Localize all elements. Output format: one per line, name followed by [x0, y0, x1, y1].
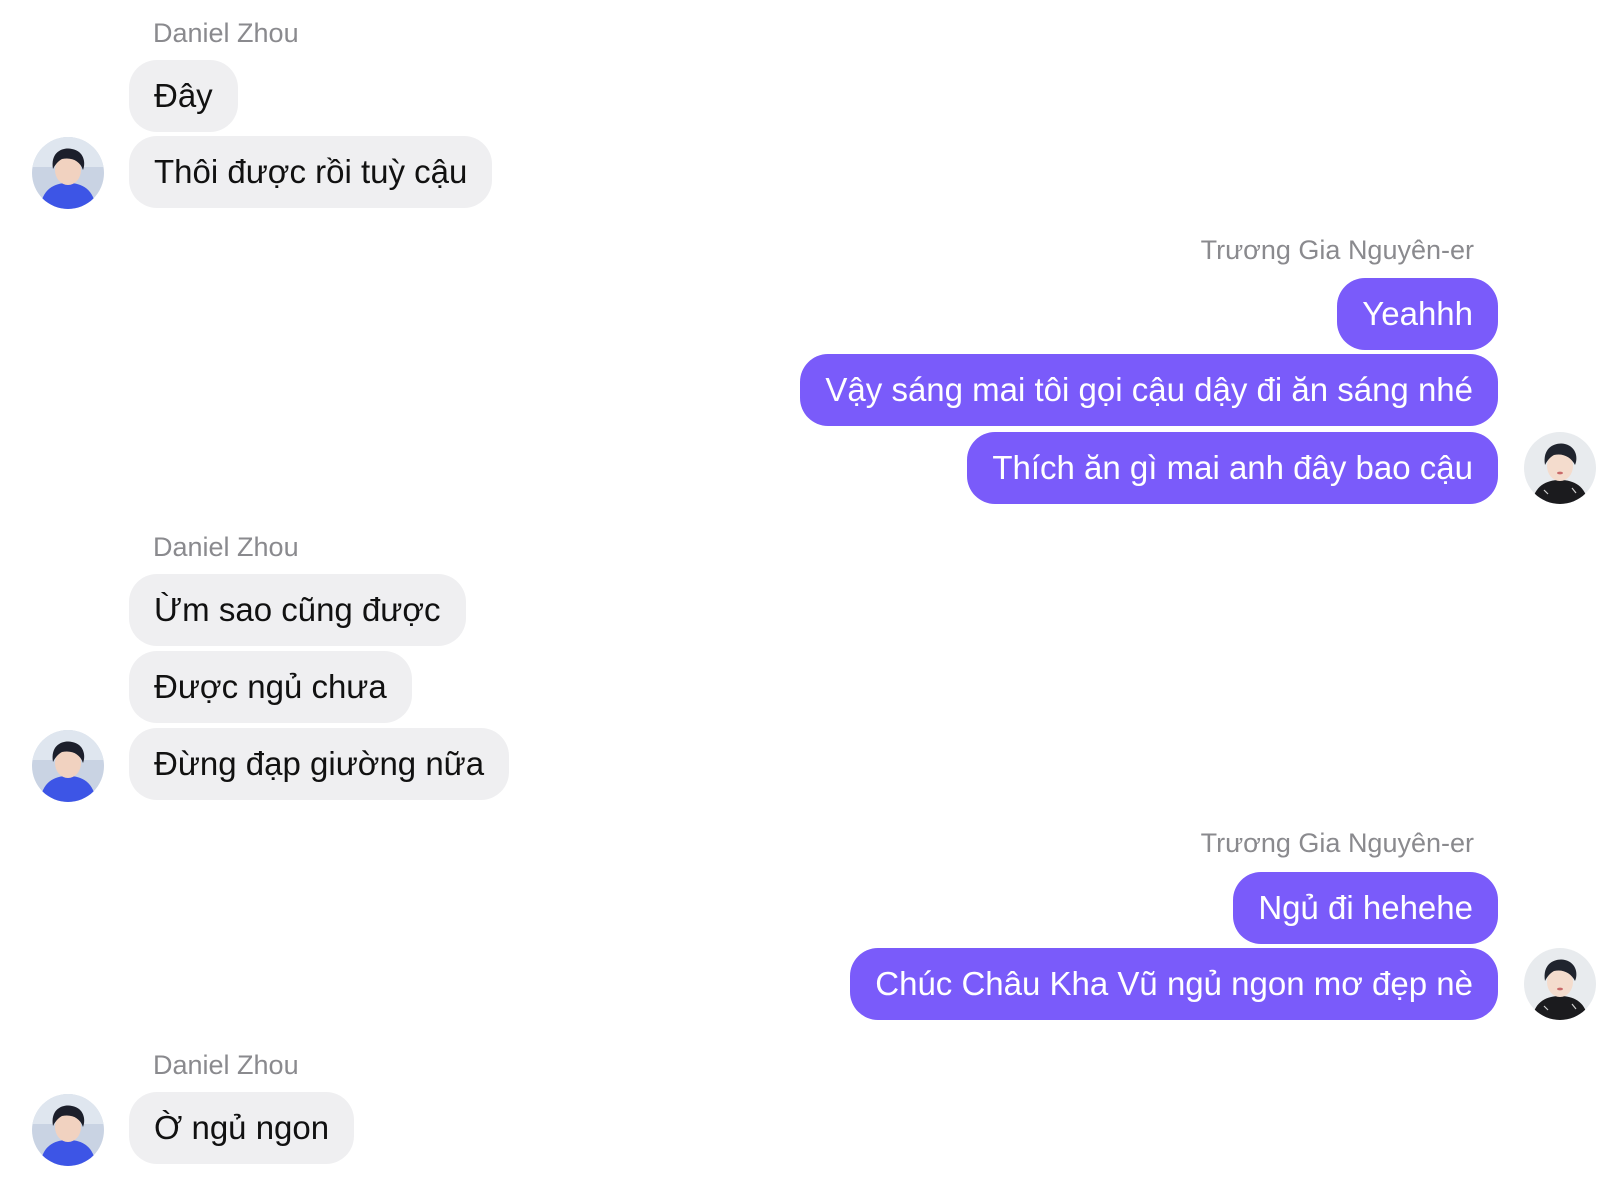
message-bubble-outgoing[interactable]: Chúc Châu Kha Vũ ngủ ngon mơ đẹp nè	[850, 948, 1498, 1020]
avatar-daniel-zhou[interactable]	[32, 730, 104, 802]
message-bubble-incoming[interactable]: Ừm sao cũng được	[129, 574, 466, 646]
message-bubble-incoming[interactable]: Đừng đạp giường nữa	[129, 728, 510, 800]
sender-name: Daniel Zhou	[153, 1050, 299, 1080]
message-bubble-incoming[interactable]: Đây	[129, 60, 238, 132]
chat-thread: Daniel Zhou Đây Thôi được rồi tuỳ cậu Tr…	[0, 0, 1620, 1180]
message-bubble-incoming[interactable]: Được ngủ chưa	[129, 651, 412, 723]
avatar-daniel-zhou[interactable]	[32, 137, 104, 209]
message-bubble-outgoing[interactable]: Thích ăn gì mai anh đây bao cậu	[967, 432, 1498, 504]
avatar-daniel-zhou[interactable]	[32, 1094, 104, 1166]
message-bubble-incoming[interactable]: Ờ ngủ ngon	[129, 1092, 355, 1164]
message-bubble-outgoing[interactable]: Yeahhh	[1337, 278, 1498, 350]
avatar-truong-gia-nguyen[interactable]	[1524, 948, 1596, 1020]
message-bubble-outgoing[interactable]: Vậy sáng mai tôi gọi cậu dậy đi ăn sáng …	[800, 354, 1498, 426]
sender-name: Daniel Zhou	[153, 532, 299, 562]
sender-name: Daniel Zhou	[153, 18, 299, 48]
avatar-truong-gia-nguyen[interactable]	[1524, 432, 1596, 504]
sender-name: Trương Gia Nguyên-er	[1200, 235, 1474, 265]
message-bubble-incoming[interactable]: Thôi được rồi tuỳ cậu	[129, 136, 493, 208]
sender-name: Trương Gia Nguyên-er	[1200, 828, 1474, 858]
message-bubble-outgoing[interactable]: Ngủ đi hehehe	[1233, 872, 1498, 944]
